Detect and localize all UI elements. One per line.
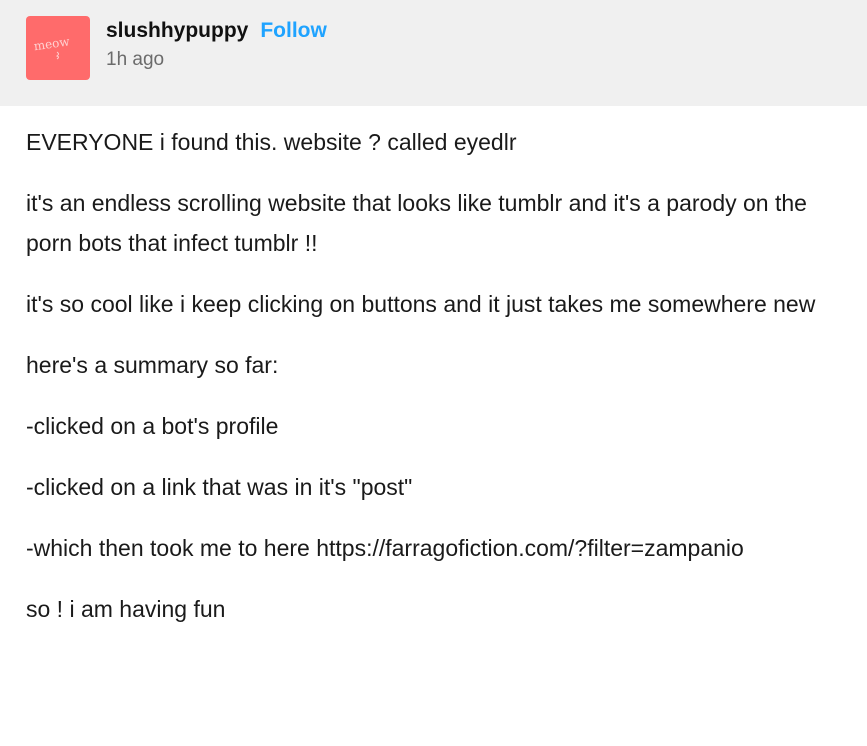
- post-body: EVERYONE i found this. website ? called …: [0, 106, 867, 629]
- post-paragraph: -which then took me to here https://farr…: [26, 535, 744, 561]
- post-paragraph: it's so cool like i keep clicking on but…: [26, 291, 816, 317]
- post-paragraph: -clicked on a bot's profile: [26, 413, 279, 439]
- username-link[interactable]: slushhypuppy: [106, 19, 248, 43]
- avatar[interactable]: meow: [26, 16, 90, 80]
- post-paragraph: so ! i am having fun: [26, 596, 226, 622]
- post-paragraph: here's a summary so far:: [26, 352, 279, 378]
- follow-button[interactable]: Follow: [260, 19, 327, 43]
- post-timestamp[interactable]: 1h ago: [106, 49, 327, 71]
- post-card: meow slushhypuppy Follow 1h ago EVERYONE…: [0, 0, 867, 746]
- name-row: slushhypuppy Follow: [106, 19, 327, 43]
- avatar-logo-text: meow: [33, 34, 71, 53]
- post-paragraph: EVERYONE i found this. website ? called …: [26, 129, 517, 155]
- post-meta: slushhypuppy Follow 1h ago: [106, 16, 327, 71]
- post-paragraph: it's an endless scrolling website that l…: [26, 190, 807, 256]
- post-header: meow slushhypuppy Follow 1h ago: [0, 0, 867, 106]
- avatar-doodle-icon: meow: [33, 34, 71, 60]
- post-paragraph: -clicked on a link that was in it's "pos…: [26, 474, 413, 500]
